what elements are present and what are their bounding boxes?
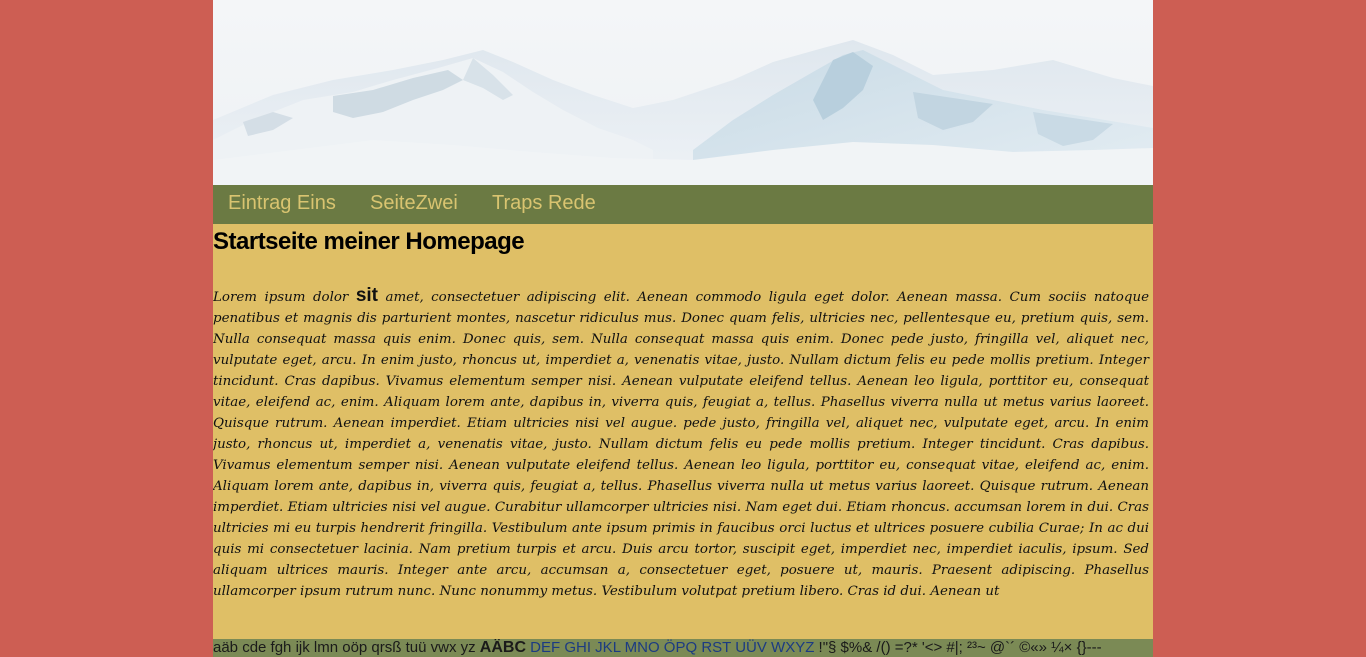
main-navigation: Eintrag Eins SeiteZwei Traps Rede	[213, 185, 1153, 224]
mountain-illustration	[213, 0, 1153, 185]
nav-link-traps-rede[interactable]: Traps Rede	[492, 185, 596, 224]
page-container: Eintrag Eins SeiteZwei Traps Rede Starts…	[213, 0, 1153, 657]
body-text-start: Lorem ipsum dolor	[213, 290, 356, 305]
header-banner-image	[213, 0, 1153, 185]
footer-symbols: !"§ $%& /() =?* '<> #|; ²³~ @`´ ©«» ¼× {…	[818, 639, 1102, 656]
body-paragraph: Lorem ipsum dolor sit amet, consectetuer…	[213, 285, 1149, 602]
page-title: Startseite meiner Homepage	[213, 228, 525, 255]
body-text-rest: amet, consectetuer adipiscing elit. Aene…	[213, 290, 1149, 599]
footer-character-sample: aäb cde fgh ijk lmn oöp qrsß tuü vwx yz …	[213, 639, 1102, 657]
main-content: Startseite meiner Homepage Lorem ipsum d…	[213, 224, 1153, 639]
footer-uppercase-bold: AÄBC	[479, 639, 527, 656]
body-text-emphasis: sit	[355, 285, 378, 306]
footer-lowercase: aäb cde fgh ijk lmn oöp qrsß tuü vwx yz	[213, 639, 480, 656]
footer-uppercase: DEF GHI JKL MNO ÖPQ RST UÜV WXYZ	[526, 639, 819, 656]
nav-link-eintrag-eins[interactable]: Eintrag Eins	[228, 185, 336, 224]
nav-link-seite-zwei[interactable]: SeiteZwei	[370, 185, 458, 224]
footer-bar: aäb cde fgh ijk lmn oöp qrsß tuü vwx yz …	[213, 639, 1153, 657]
